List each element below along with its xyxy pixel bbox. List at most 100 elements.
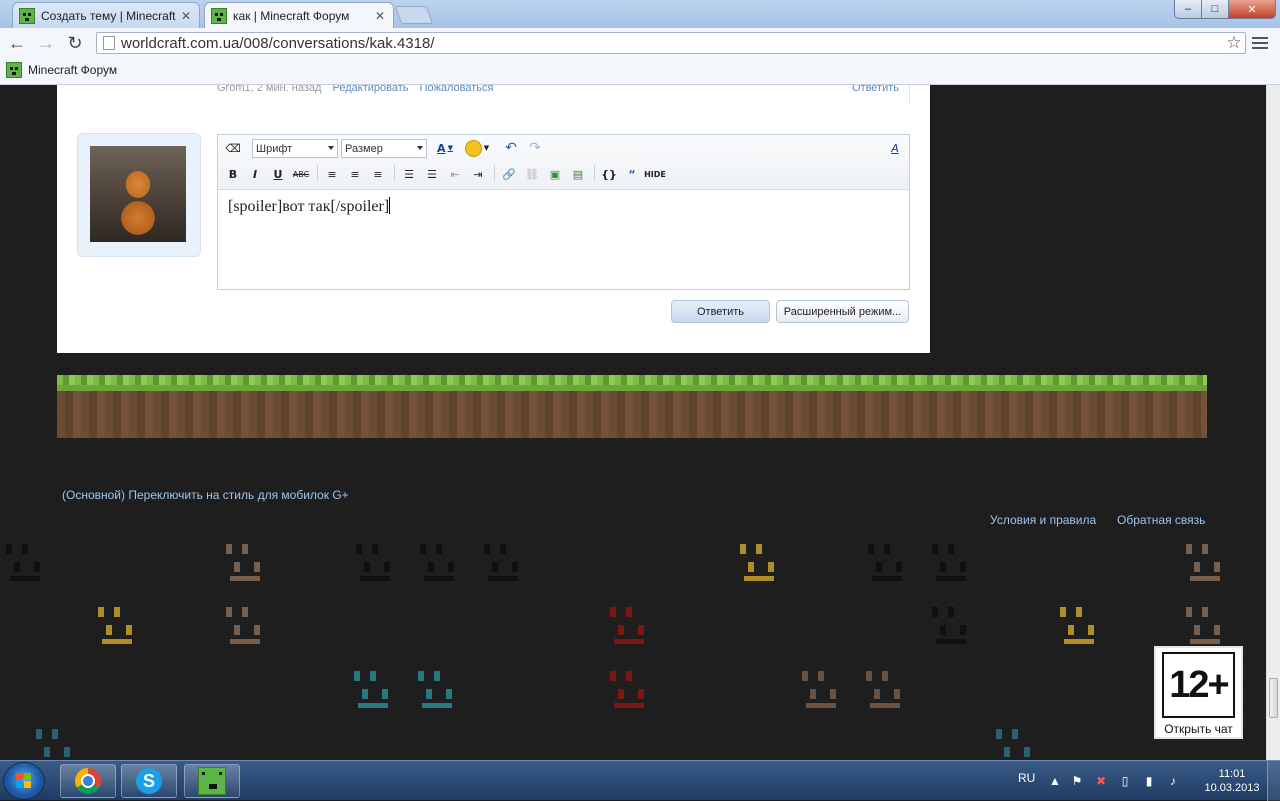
feedback-link[interactable]: Обратная связь bbox=[1117, 513, 1205, 527]
coal-ore-decoration bbox=[926, 603, 978, 651]
scrollbar-thumb[interactable] bbox=[1269, 678, 1278, 718]
url-input[interactable] bbox=[121, 34, 1223, 52]
maximize-button[interactable]: □ bbox=[1201, 0, 1229, 19]
chevron-down-icon bbox=[417, 146, 423, 150]
taskbar-skype[interactable]: S bbox=[121, 764, 177, 798]
media-icon[interactable]: ▤ bbox=[569, 165, 587, 183]
bookmark-label: Minecraft Форум bbox=[28, 63, 118, 77]
age-rating-badge: 12+ bbox=[1162, 652, 1235, 718]
iron-ore-decoration bbox=[796, 667, 848, 715]
iron-ore-decoration bbox=[860, 667, 912, 715]
style-link[interactable]: (Основной) bbox=[62, 488, 125, 502]
hide-icon[interactable]: HIDE bbox=[644, 165, 666, 183]
clock-time: 11:01 bbox=[1218, 768, 1246, 780]
address-bar[interactable]: ☆ bbox=[96, 32, 1246, 54]
message-editor: ⌫ Шрифт Размер A ▼ ▼ ↶ ↷ A B I U ABC ≡ ≡… bbox=[217, 134, 910, 290]
link-icon[interactable]: 🔗 bbox=[500, 165, 518, 183]
reply-button[interactable]: Ответить bbox=[671, 300, 770, 323]
start-button[interactable] bbox=[4, 763, 44, 799]
open-chat-label[interactable]: Открыть чат bbox=[1156, 722, 1241, 736]
image-icon[interactable]: ▣ bbox=[546, 165, 564, 183]
taskbar-minecraft[interactable] bbox=[184, 764, 240, 798]
terms-link[interactable]: Условия и правила bbox=[990, 513, 1096, 527]
toolbar-separator bbox=[394, 165, 395, 181]
editor-textarea[interactable]: [spoiler]вот так[/spoiler] bbox=[228, 197, 391, 216]
numbered-list-icon[interactable]: ☰ bbox=[423, 165, 441, 183]
menu-line bbox=[1252, 47, 1268, 49]
network-warning-icon[interactable]: ✖ bbox=[1094, 774, 1108, 788]
tab-close-icon[interactable]: ✕ bbox=[373, 9, 387, 23]
page-scrollbar[interactable] bbox=[1266, 85, 1280, 760]
windows-taskbar: S RU ▲ ⚑ ✖ ▯ ▮ ♪ 11:01 10.03.2013 bbox=[0, 760, 1280, 801]
tab-close-icon[interactable]: ✕ bbox=[179, 9, 193, 23]
diamond-ore-decoration bbox=[990, 725, 1042, 760]
smiley-icon[interactable]: ▼ bbox=[464, 139, 490, 157]
volume-icon[interactable]: ♪ bbox=[1166, 774, 1180, 788]
size-select[interactable]: Размер bbox=[341, 139, 427, 158]
strikethrough-icon[interactable]: ABC bbox=[292, 165, 310, 183]
page-viewport: Grom1, 2 мин. назад Редактировать Пожало… bbox=[0, 85, 1266, 760]
chevron-down-icon bbox=[328, 146, 334, 150]
bullet-list-icon[interactable]: ☰ bbox=[400, 165, 418, 183]
edit-link[interactable]: Редактировать bbox=[333, 85, 409, 94]
action-center-flag-icon[interactable]: ⚑ bbox=[1070, 774, 1084, 788]
reload-button[interactable]: ↻ bbox=[64, 32, 86, 54]
underline-label: U bbox=[273, 167, 283, 181]
quote-icon[interactable]: “ bbox=[623, 165, 641, 183]
language-indicator[interactable]: RU bbox=[1018, 771, 1035, 785]
font-color-icon[interactable]: A ▼ bbox=[432, 139, 458, 157]
gplus-link[interactable]: G+ bbox=[332, 488, 348, 502]
source-mode-label: A bbox=[891, 141, 899, 155]
show-desktop-button[interactable] bbox=[1267, 761, 1280, 801]
eraser-icon[interactable]: ⌫ bbox=[224, 139, 242, 157]
forward-button[interactable]: → bbox=[35, 32, 57, 54]
chrome-menu-button[interactable] bbox=[1252, 34, 1268, 50]
iron-ore-decoration bbox=[220, 540, 272, 588]
outdent-icon[interactable]: ⇤ bbox=[446, 165, 464, 183]
unlink-icon[interactable]: ⛓ bbox=[523, 165, 541, 183]
bookmark-minecraft-forum[interactable]: Minecraft Форум bbox=[6, 62, 117, 78]
windows-logo-icon bbox=[16, 773, 32, 789]
editor-toolbar: ⌫ Шрифт Размер A ▼ ▼ ↶ ↷ A B I U ABC ≡ ≡… bbox=[218, 135, 909, 190]
redstone-ore-decoration bbox=[604, 667, 656, 715]
minimize-icon: – bbox=[1184, 3, 1192, 15]
indent-icon[interactable]: ⇥ bbox=[469, 165, 487, 183]
bookmark-star-icon[interactable]: ☆ bbox=[1223, 33, 1245, 53]
align-center-icon[interactable]: ≡ bbox=[346, 165, 364, 183]
minimize-button[interactable]: – bbox=[1174, 0, 1202, 19]
device-icon[interactable]: ▯ bbox=[1118, 774, 1132, 788]
avatar[interactable] bbox=[90, 146, 186, 242]
tab-current-conversation[interactable]: как | Minecraft Форум ✕ bbox=[204, 2, 394, 28]
size-select-value: Размер bbox=[345, 142, 383, 155]
show-hidden-icons-icon[interactable]: ▲ bbox=[1048, 774, 1062, 788]
code-icon[interactable]: {} bbox=[600, 165, 618, 183]
italic-icon[interactable]: I bbox=[246, 165, 264, 183]
align-right-icon[interactable]: ≡ bbox=[369, 165, 387, 183]
tab-create-topic[interactable]: Создать тему | Minecraft Форум ✕ bbox=[12, 2, 200, 28]
taskbar-chrome[interactable] bbox=[60, 764, 116, 798]
minecraft-icon bbox=[198, 767, 226, 795]
back-button[interactable]: ← bbox=[6, 32, 28, 54]
bold-label: B bbox=[228, 167, 238, 181]
age-rating-chat-widget[interactable]: 12+ Открыть чат bbox=[1154, 646, 1243, 739]
source-mode-icon[interactable]: A bbox=[886, 139, 904, 157]
previous-reply-link[interactable]: Ответить bbox=[852, 85, 899, 94]
underline-icon[interactable]: U bbox=[269, 165, 287, 183]
mobile-style-link[interactable]: Переключить на стиль для мобилок bbox=[128, 488, 329, 502]
clock[interactable]: 11:01 10.03.2013 bbox=[1202, 767, 1262, 795]
coal-ore-decoration bbox=[478, 540, 530, 588]
message-author-time: Grom1, 2 мин. назад bbox=[217, 85, 322, 94]
avatar-frame bbox=[77, 133, 201, 257]
signal-icon[interactable]: ▮ bbox=[1142, 774, 1156, 788]
undo-icon[interactable]: ↶ bbox=[502, 139, 520, 157]
advanced-mode-button[interactable]: Расширенный режим... bbox=[776, 300, 909, 323]
align-left-icon[interactable]: ≡ bbox=[323, 165, 341, 183]
close-window-button[interactable]: ✕ bbox=[1228, 0, 1276, 19]
redo-icon[interactable]: ↷ bbox=[526, 139, 544, 157]
report-link[interactable]: Пожаловаться bbox=[420, 85, 494, 94]
coal-ore-decoration bbox=[862, 540, 914, 588]
diamond-ore-decoration bbox=[412, 667, 464, 715]
font-select[interactable]: Шрифт bbox=[252, 139, 338, 158]
new-tab-button[interactable] bbox=[394, 6, 434, 24]
bold-icon[interactable]: B bbox=[224, 165, 242, 183]
